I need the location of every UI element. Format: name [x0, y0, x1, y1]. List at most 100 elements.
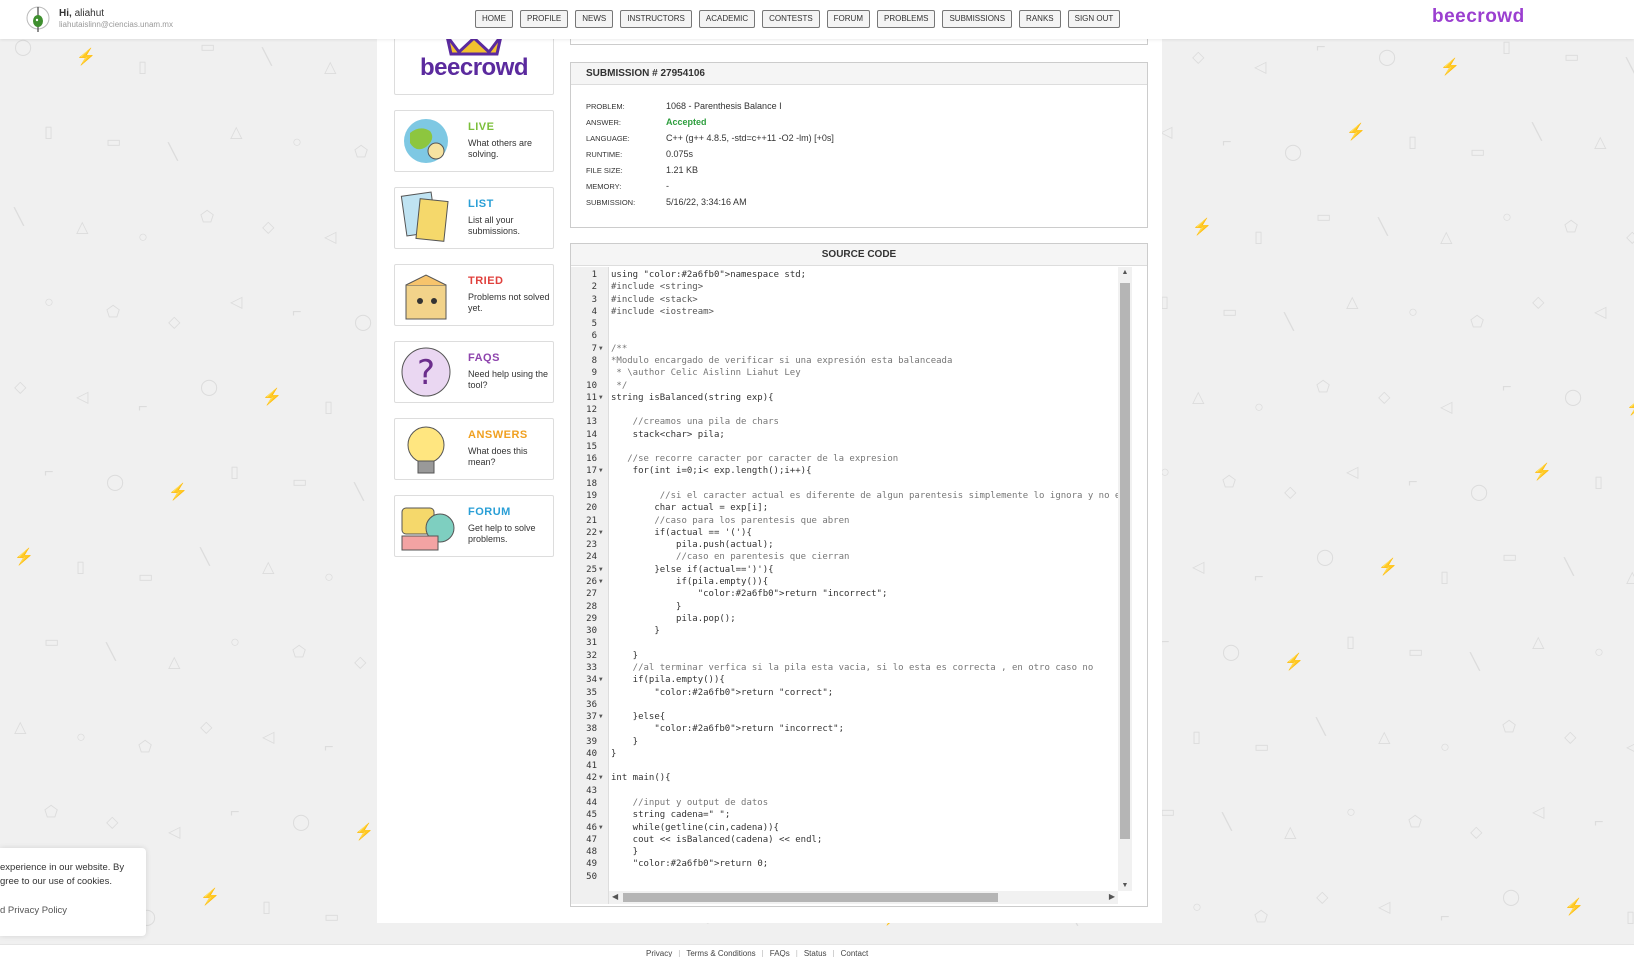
horizontal-scrollbar[interactable]: ◀ ▶ — [609, 891, 1118, 904]
bg-shape: ⬠ — [1502, 719, 1517, 736]
fold-arrow-icon[interactable]: ▼ — [599, 822, 603, 835]
bg-shape: ⬠ — [1470, 314, 1485, 331]
code-text: if(pila.empty()){ — [611, 675, 725, 686]
nav-contests-button[interactable]: CONTESTS — [762, 10, 820, 28]
sidebar-item-forum[interactable]: FORUM Get help to solve problems. — [394, 495, 554, 557]
footer-link-privacy[interactable]: Privacy — [646, 949, 672, 957]
nav-ranks-button[interactable]: RANKS — [1019, 10, 1061, 28]
info-key: SUBMISSION: — [586, 198, 636, 207]
bg-shape: ▭ — [292, 474, 308, 491]
nav-submissions-button[interactable]: SUBMISSIONS — [942, 10, 1013, 28]
sidebar-item-list[interactable]: LIST List all your submissions. — [394, 187, 554, 249]
bg-shape: ⚡ — [1378, 559, 1399, 576]
line-number: 40 — [586, 748, 597, 759]
source-code-panel: SOURCE CODE 1 using "color:#2a6fb0">names… — [570, 243, 1148, 907]
footer-link-contact[interactable]: Contact — [841, 949, 869, 957]
bg-shape: ▯ — [1408, 134, 1417, 151]
bg-shape: ◯ — [354, 314, 373, 331]
line-number: 3 — [591, 294, 597, 305]
nav-academic-button[interactable]: ACADEMIC — [698, 10, 756, 28]
fold-arrow-icon[interactable]: ▼ — [599, 465, 603, 478]
fold-arrow-icon[interactable]: ▼ — [599, 392, 603, 405]
footer-link-status[interactable]: Status — [804, 949, 827, 957]
sidebar-item-title: ANSWERS — [468, 429, 528, 441]
line-number: 6 — [591, 331, 597, 342]
code-editor[interactable]: 1 using "color:#2a6fb0">namespace std; 2 #i… — [571, 267, 1132, 904]
privacy-policy-link[interactable]: d Privacy Policy — [0, 905, 67, 916]
sidebar-item-live[interactable]: LIVE What others are solving. — [394, 110, 554, 172]
line-number: 14 — [586, 429, 597, 440]
bg-shape: ▯ — [1440, 569, 1449, 586]
code-line: 32 } — [571, 650, 1132, 663]
bg-shape: ◯ — [1378, 49, 1397, 66]
fold-arrow-icon[interactable]: ▼ — [599, 711, 603, 724]
fold-arrow-icon[interactable]: ▼ — [599, 576, 603, 589]
line-number: 31 — [586, 638, 597, 649]
nav-sign-out-button[interactable]: SIGN OUT — [1067, 10, 1121, 28]
scroll-up-icon[interactable]: ▲ — [1118, 269, 1132, 276]
cookie-text-line1: experience in our website. By — [0, 862, 125, 873]
bg-shape: ◯ — [1470, 484, 1489, 501]
line-number: 27 — [586, 589, 597, 600]
avatar[interactable] — [26, 4, 50, 34]
scroll-right-icon[interactable]: ▶ — [1109, 892, 1115, 901]
bg-shape: △ — [230, 124, 243, 141]
footer-separator: | — [795, 949, 798, 957]
line-number: 17 — [586, 466, 597, 477]
fold-arrow-icon[interactable]: ▼ — [599, 564, 603, 577]
code-text: } — [611, 736, 639, 747]
bg-shape: ⚡ — [14, 549, 35, 566]
footer-link-terms-conditions[interactable]: Terms & Conditions — [686, 949, 755, 957]
bg-shape: ⬠ — [292, 644, 307, 661]
scroll-down-icon[interactable]: ▼ — [1118, 882, 1132, 889]
code-text: using "color:#2a6fb0">namespace std; — [611, 270, 807, 280]
bg-shape: ◇ — [1626, 229, 1634, 246]
code-text: //al terminar verfica si la pila esta va… — [611, 662, 1094, 673]
fold-arrow-icon[interactable]: ▼ — [599, 674, 603, 687]
bg-shape: ⌐ — [292, 304, 302, 321]
sidebar-item-answers[interactable]: ANSWERS What does this mean? — [394, 418, 554, 480]
bg-shape: ⚡ — [1192, 219, 1213, 236]
sidebar-item-title: LIVE — [468, 121, 495, 133]
vertical-scrollbar[interactable]: ▲ ▼ — [1118, 267, 1132, 891]
nav-forum-button[interactable]: FORUM — [826, 10, 870, 28]
bg-shape: ◯ — [14, 39, 33, 56]
nav-profile-button[interactable]: PROFILE — [520, 10, 569, 28]
footer-separator: | — [678, 949, 681, 957]
code-line: 6 — [571, 330, 1132, 343]
fold-arrow-icon[interactable]: ▼ — [599, 527, 603, 540]
bg-shape: ⌐ — [1254, 569, 1264, 586]
line-number: 28 — [586, 601, 597, 612]
bg-shape: ⬠ — [1222, 474, 1237, 491]
info-value: C++ (g++ 4.8.5, -std=c++11 -O2 -lm) [+0s… — [666, 133, 834, 143]
bg-shape: ▯ — [1192, 729, 1201, 746]
line-number: 33 — [586, 662, 597, 673]
sidebar-item-tried[interactable]: TRIED Problems not solved yet. — [394, 264, 554, 326]
vertical-scroll-thumb[interactable] — [1120, 283, 1130, 839]
nav-news-button[interactable]: NEWS — [575, 10, 614, 28]
nav-instructors-button[interactable]: INSTRUCTORS — [620, 10, 692, 28]
horizontal-scroll-thumb[interactable] — [623, 893, 998, 902]
box-icon — [405, 274, 447, 320]
fold-arrow-icon[interactable]: ▼ — [599, 772, 603, 785]
fold-arrow-icon[interactable]: ▼ — [599, 343, 603, 356]
code-text: //caso para los parentesis que abren — [611, 515, 850, 526]
lightbulb-icon — [407, 426, 445, 474]
bg-shape: ▭ — [106, 134, 122, 151]
bg-shape: ⬠ — [138, 739, 153, 756]
sidebar-item-faqs[interactable]: ? FAQS Need help using the tool? — [394, 341, 554, 403]
bg-shape: ◇ — [1192, 49, 1205, 66]
line-number: 8 — [591, 355, 597, 366]
scroll-left-icon[interactable]: ◀ — [612, 892, 618, 901]
bg-shape: ╲ — [168, 144, 178, 161]
sidebar-logo[interactable]: beecrowd — [394, 37, 554, 95]
code-text: * \author Celic Aislinn Liahut Ley — [611, 368, 801, 379]
brand-logo[interactable]: beecrowd — [1432, 6, 1525, 28]
nav-problems-button[interactable]: PROBLEMS — [877, 10, 936, 28]
info-value: Accepted — [666, 117, 707, 127]
bg-shape: ╲ — [1470, 654, 1480, 671]
footer-link-faqs[interactable]: FAQs — [770, 949, 790, 957]
bg-shape: ◇ — [1284, 484, 1297, 501]
bg-shape: ╲ — [1316, 719, 1326, 736]
nav-home-button[interactable]: HOME — [475, 10, 513, 28]
